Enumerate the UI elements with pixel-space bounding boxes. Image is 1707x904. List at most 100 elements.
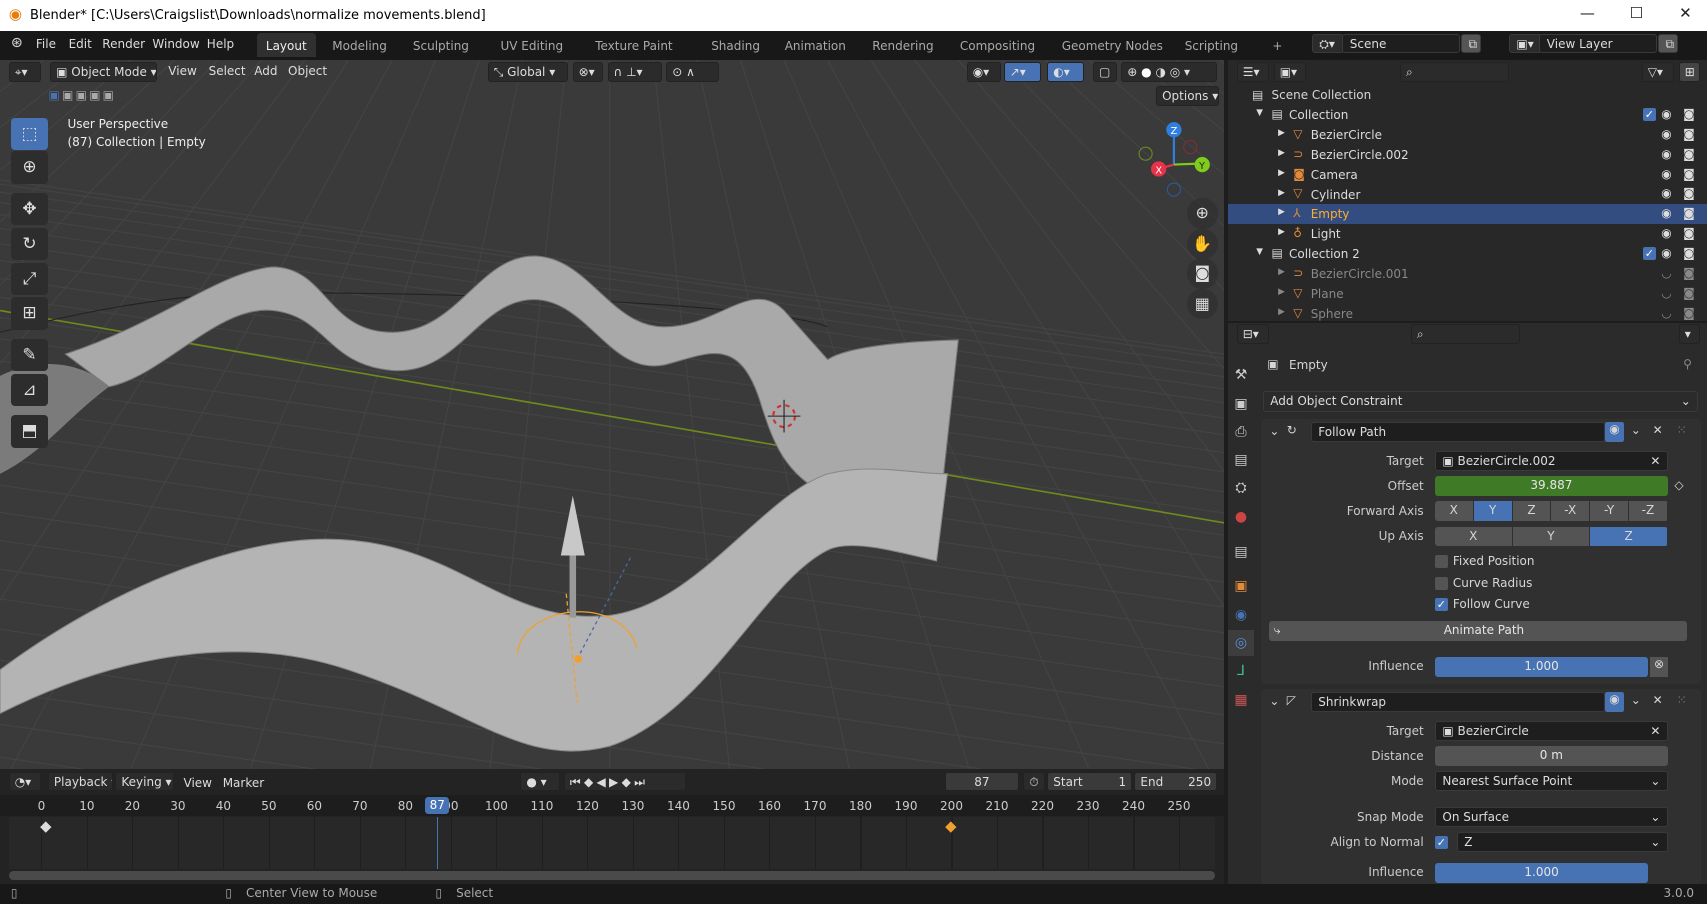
outliner-row[interactable]: ▶ ⊃ BezierCircle.001 ◡ ◙	[1228, 264, 1707, 284]
workspace-tab-uv-editing[interactable]: UV Editing	[492, 33, 573, 57]
collapse-chevron-icon[interactable]: ⌄	[1269, 694, 1279, 708]
outliner-row[interactable]: ▶ ▽ BezierCircle ◉ ◙	[1228, 125, 1707, 145]
fixed-position-checkbox[interactable]: Fixed Position	[1434, 554, 1535, 568]
timeline-menu-view[interactable]: View	[179, 774, 217, 794]
viewport-menu-select[interactable]: Select	[204, 62, 251, 82]
align-to-normal-checkbox[interactable]: ✓	[1434, 835, 1448, 849]
properties-editor-type-icon[interactable]: ⊟▾	[1236, 324, 1270, 344]
properties-editor[interactable]: ⊟▾ ⌕ ▾ ⚒ ▣ ⎙ ▤ ⛭ ● ▤ ▣ ◉ ◎ ⅃ ▦ ▣ Empty ⚲ Add Object…	[1228, 323, 1707, 884]
eye-icon[interactable]: ◉	[1661, 206, 1671, 220]
cursor-tool-icon[interactable]: ⊕	[11, 151, 48, 185]
pin-icon[interactable]: ⚲	[1683, 357, 1692, 371]
render-camera-icon[interactable]: ◙	[1683, 186, 1695, 200]
menu-file[interactable]: File	[36, 37, 56, 51]
3d-viewport[interactable]: Z X Y ⌖▾ ▣ Object Mode ▾ View Select Add…	[0, 60, 1224, 769]
render-camera-icon[interactable]: ◙	[1683, 167, 1695, 181]
constraint-menu-icon[interactable]: ⌄	[1631, 693, 1641, 707]
scale-tool-icon[interactable]: ⤢	[11, 262, 48, 296]
outliner-search-input[interactable]: ⌕	[1400, 62, 1509, 82]
render-camera-icon[interactable]: ◙	[1683, 246, 1695, 260]
workspace-tab-sculpting[interactable]: Sculpting	[404, 33, 478, 57]
new-collection-icon[interactable]: ⊞	[1678, 62, 1701, 82]
mode-selector[interactable]: ▣ Object Mode ▾	[50, 62, 157, 82]
menu-render[interactable]: Render	[102, 37, 145, 51]
outliner-row[interactable]: ▶ ⅄ Empty ◉ ◙	[1228, 204, 1707, 224]
menu-edit[interactable]: Edit	[69, 37, 92, 51]
proportional-edit-icon[interactable]: ⊙ ∧	[666, 62, 719, 82]
scene-selector[interactable]: Scene	[1342, 33, 1460, 54]
target-field[interactable]: ▣ BezierCircle.002 ✕	[1434, 451, 1668, 472]
workspace-tab-modeling[interactable]: Modeling	[323, 33, 396, 57]
start-frame-field[interactable]: Start 1	[1047, 771, 1133, 792]
expand-arrow-icon[interactable]: ▼	[1256, 247, 1263, 257]
render-camera-icon[interactable]: ◙	[1683, 306, 1695, 320]
workspace-tab-shading[interactable]: Shading	[702, 33, 769, 57]
eye-icon[interactable]: ◡	[1661, 286, 1671, 300]
expand-arrow-icon[interactable]: ▶	[1278, 227, 1285, 237]
constraint-name-field[interactable]: Shrinkwrap	[1310, 692, 1605, 712]
expand-arrow-icon[interactable]: ▼	[1256, 108, 1263, 118]
delete-constraint-icon[interactable]: ✕	[1653, 693, 1663, 707]
up-axis-selector[interactable]: XYZ	[1434, 526, 1668, 547]
constraint-name-field[interactable]: Follow Path	[1310, 422, 1605, 442]
eye-icon[interactable]: ◉	[1661, 167, 1671, 181]
eye-icon[interactable]: ◉	[1661, 226, 1671, 240]
target-field[interactable]: ▣ BezierCircle ✕	[1434, 721, 1668, 742]
render-camera-icon[interactable]: ◙	[1683, 206, 1695, 220]
transform-tool-icon[interactable]: ⊞	[11, 297, 48, 330]
workspace-tab-rendering[interactable]: Rendering	[863, 33, 942, 57]
blender-menu-icon[interactable]: ⊛	[11, 35, 23, 51]
align-axis-dropdown[interactable]: Z ⌄	[1456, 832, 1668, 853]
influence-slider[interactable]: 1.000	[1434, 862, 1649, 883]
timeline-scrollbar[interactable]	[8, 870, 1215, 880]
exclude-checkbox[interactable]: ✓	[1642, 107, 1656, 121]
properties-search-input[interactable]: ⌕	[1410, 324, 1520, 344]
render-camera-icon[interactable]: ◙	[1683, 107, 1695, 121]
eye-icon[interactable]: ◡	[1661, 306, 1671, 320]
overlay-toggle-icon[interactable]: ◐▾	[1047, 62, 1085, 82]
new-view-layer-icon[interactable]: ⧉	[1658, 33, 1678, 54]
maximize-button[interactable]: ☐	[1620, 4, 1653, 22]
render-camera-icon[interactable]: ◙	[1683, 127, 1695, 141]
forward-axis-selector[interactable]: X Y Z -X -Y -Z	[1434, 501, 1668, 522]
outliner-row[interactable]: ▶ ⊃ BezierCircle.002 ◉ ◙	[1228, 145, 1707, 165]
timeline-editor[interactable]: ◔▾ Playback ▾ Keying ▾ View Marker ● ▾ ⏮…	[0, 768, 1224, 884]
workspace-tab-geometry-nodes[interactable]: Geometry Nodes	[1053, 33, 1172, 57]
ortho-toggle-icon[interactable]: ▦	[1187, 288, 1218, 320]
expand-arrow-icon[interactable]: ▶	[1278, 207, 1285, 217]
display-mode-icon[interactable]: ▣▾	[1273, 62, 1307, 82]
annotate-tool-icon[interactable]: ✎	[11, 338, 48, 372]
disable-keep-transform-icon[interactable]: ⊗	[1650, 657, 1668, 677]
workspace-tab-layout[interactable]: Layout	[256, 32, 316, 57]
outliner-row[interactable]: ▶ ♁ Light ◉ ◙	[1228, 224, 1707, 244]
eye-icon[interactable]: ◉	[1661, 246, 1671, 260]
viewport-menu-add[interactable]: Add	[249, 62, 282, 82]
axis-option-neg-y[interactable]: -Y	[1590, 501, 1629, 522]
keying-menu[interactable]: Keying ▾	[115, 771, 175, 792]
add-object-constraint-dropdown[interactable]: Add Object Constraint ⌄	[1262, 390, 1699, 413]
physics-icon[interactable]: ◉	[1228, 602, 1254, 628]
shading-modes[interactable]: ⊕ ● ◑ ◎ ▾	[1121, 62, 1218, 82]
visibility-icon[interactable]: ◉▾	[966, 62, 1002, 82]
eye-icon[interactable]: ◉	[1661, 186, 1671, 200]
view-layer-browse-icon[interactable]: ▣▾	[1508, 33, 1542, 54]
axis-option-z[interactable]: Z	[1512, 501, 1551, 522]
influence-slider[interactable]: 1.000	[1434, 657, 1649, 677]
view-layer-icon[interactable]: ▤	[1228, 447, 1254, 473]
outliner-row[interactable]: ▶ ▽ Cylinder ◉ ◙	[1228, 184, 1707, 204]
axis-option-x[interactable]: X	[1434, 501, 1473, 522]
curve-radius-checkbox[interactable]: Curve Radius	[1434, 576, 1532, 590]
output-icon[interactable]: ⎙	[1228, 419, 1254, 445]
view-layer-selector[interactable]: View Layer	[1539, 33, 1657, 54]
delete-constraint-icon[interactable]: ✕	[1653, 423, 1663, 437]
world-icon[interactable]: ●	[1228, 504, 1254, 530]
expand-arrow-icon[interactable]: ▶	[1278, 287, 1285, 297]
eye-icon[interactable]: ◉	[1604, 692, 1625, 712]
axis-option-y[interactable]: Y	[1473, 501, 1512, 522]
workspace-tab--[interactable]: +	[1263, 33, 1291, 57]
outliner-row[interactable]: ▶ ▽ Sphere ◡ ◙	[1228, 304, 1707, 321]
render-camera-icon[interactable]: ◙	[1683, 147, 1695, 161]
collapse-chevron-icon[interactable]: ⌄	[1269, 424, 1279, 438]
close-button[interactable]: ✕	[1669, 4, 1702, 22]
move-tool-icon[interactable]: ✥	[11, 192, 48, 226]
